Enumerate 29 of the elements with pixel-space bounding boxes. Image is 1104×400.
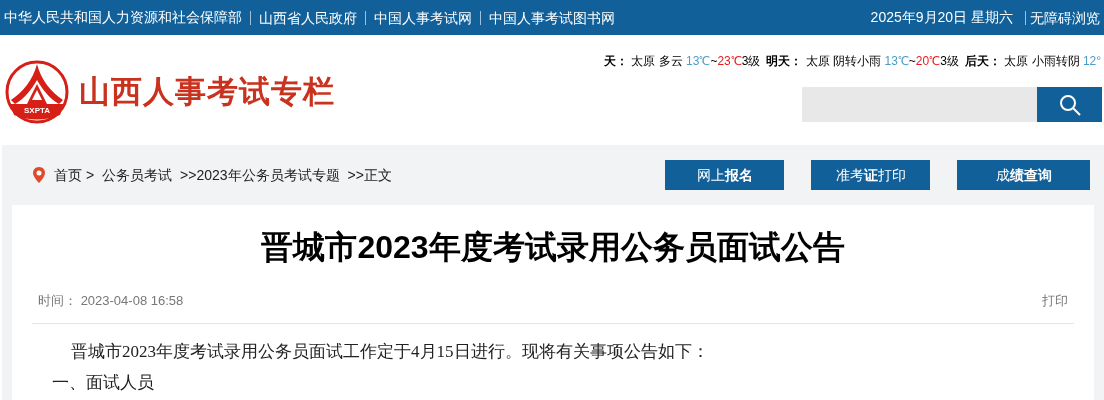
search-icon [1057, 92, 1082, 117]
breadcrumb-link[interactable]: 公务员考试 [102, 164, 173, 186]
breadcrumb-link[interactable]: >>2023年公务员考试专题 [180, 164, 340, 186]
publish-time: 时间： 2023-04-08 16:58 [38, 292, 184, 310]
top-link[interactable]: 中国人事考试图书网 [480, 10, 615, 25]
action-button[interactable]: 成绩查询 [957, 160, 1090, 190]
article-title: 晋城市2023年度考试录用公务员面试公告 [260, 228, 846, 267]
article-paragraph: 晋城市2023年度考试录用公务员面试工作定于4月15日进行。现将有关事项公告如下： [70, 340, 710, 363]
search-field[interactable] [802, 87, 1037, 122]
location-pin-icon [32, 166, 46, 184]
breadcrumb-link[interactable]: 首页 > [54, 164, 95, 186]
date-text: 2025年9月20日 星期六 [870, 8, 1013, 27]
range-separator: ~ [908, 54, 916, 68]
action-button[interactable]: 网上报名 [665, 160, 784, 190]
breadcrumb-link[interactable]: >>正文 [347, 164, 392, 186]
article-paragraph: 一、面试人员 [52, 371, 155, 394]
top-link[interactable]: 山西省人民政府 [250, 10, 357, 25]
weather-forecast: 明天： 太原 阴转小雨 13℃~20℃3级 [766, 53, 959, 70]
search-button[interactable] [1037, 87, 1102, 122]
top-link[interactable]: 中华人民共和国人力资源和社会保障部 [4, 7, 242, 28]
site-title: 山西人事考试专栏 [79, 72, 335, 111]
weather-forecast: 后天： 太原 小雨转阴 12° [964, 53, 1102, 70]
logo-icon: SXPTA [5, 60, 69, 124]
accessibility-link[interactable]: 无障碍浏览 [1025, 10, 1100, 25]
weather-forecast: 天： 太原 多云 13℃~23℃3级 [604, 53, 761, 70]
print-link[interactable]: 打印 [1042, 291, 1068, 311]
top-link[interactable]: 中国人事考试网 [365, 10, 472, 25]
range-separator: ~ [710, 54, 718, 68]
action-button[interactable]: 准考证打印 [811, 160, 930, 190]
